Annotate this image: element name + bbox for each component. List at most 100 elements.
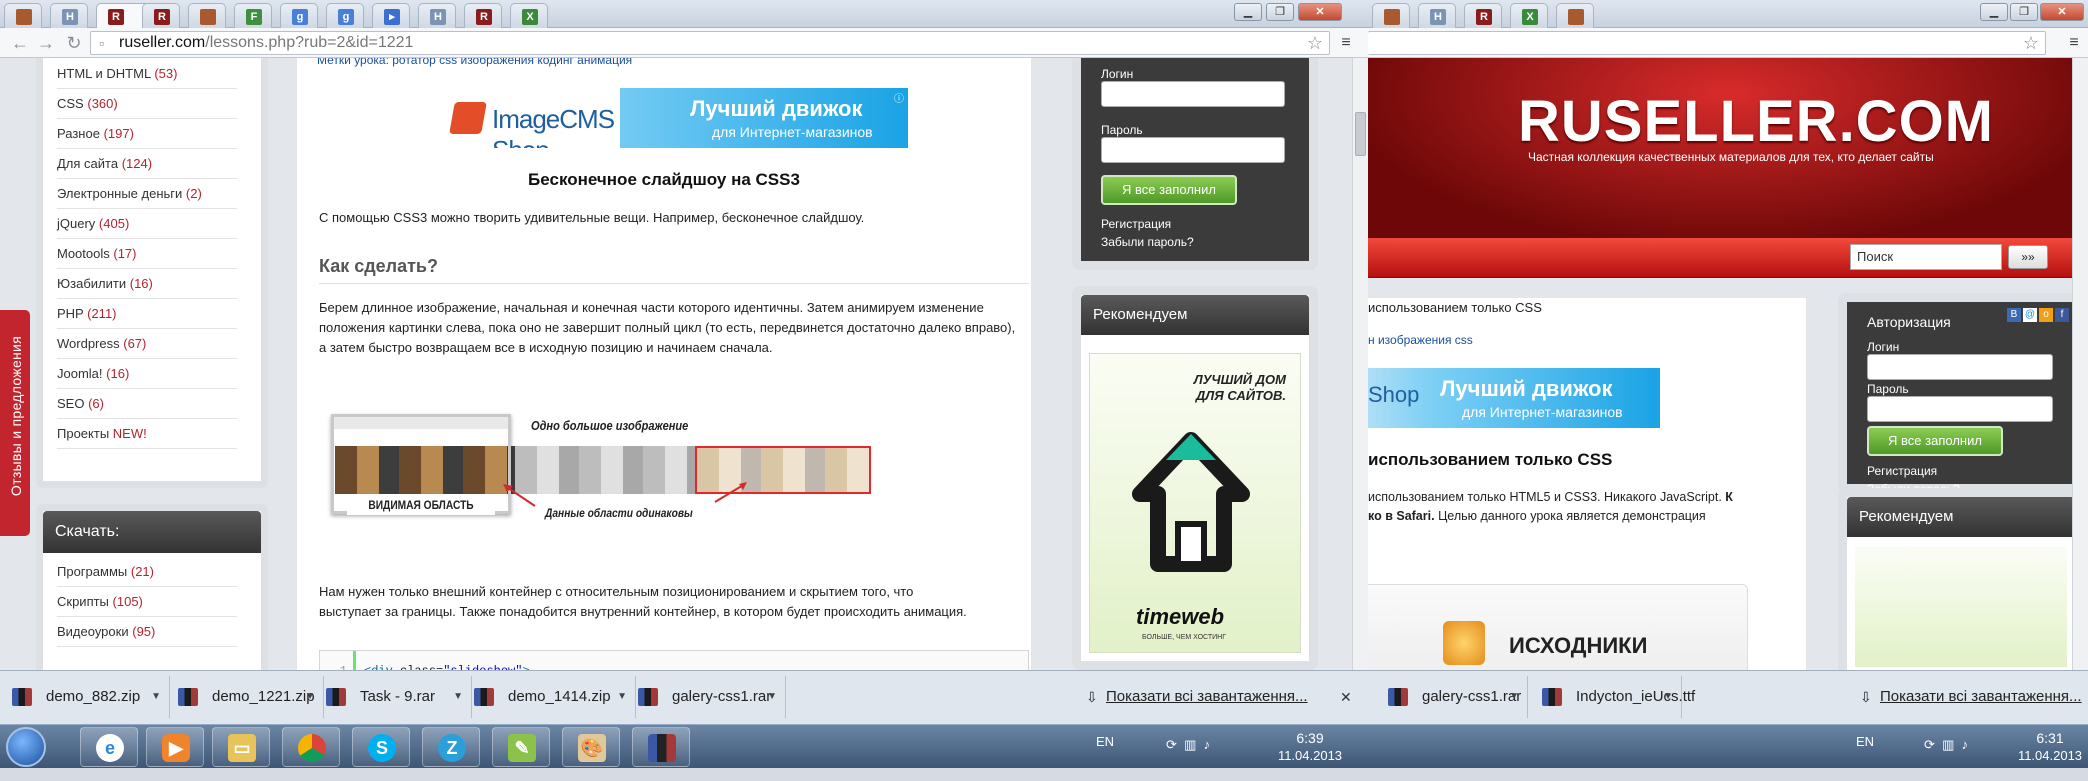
category-item[interactable]: Joomla! (16) xyxy=(57,359,237,389)
close-downloads-icon[interactable]: ✕ xyxy=(1340,689,1352,706)
auth-register-link[interactable]: Регистрация xyxy=(1867,464,1937,478)
category-item[interactable]: Программы (21) xyxy=(57,557,237,587)
sync-icon-right[interactable]: ⟳ xyxy=(1924,737,1935,752)
search-input[interactable]: Поиск xyxy=(1850,244,2002,270)
right-scrollbar[interactable] xyxy=(2072,58,2088,670)
forward-icon[interactable]: → xyxy=(36,33,56,53)
browser-tab-right[interactable]: R xyxy=(1464,3,1502,28)
download-item[interactable]: demo_1414.zip ▼ xyxy=(462,676,636,718)
browser-tab-right[interactable] xyxy=(1556,3,1594,28)
browser-tab[interactable]: g xyxy=(326,3,364,28)
download-item[interactable]: Task - 9.rar ▼ xyxy=(314,676,472,718)
browser-tab-right[interactable]: H xyxy=(1418,3,1456,28)
ok-icon[interactable]: o xyxy=(2039,308,2053,322)
category-item[interactable]: Проекты NEW! xyxy=(57,419,237,449)
browser-tab[interactable]: X xyxy=(510,3,548,28)
volume-icon[interactable]: ♪ xyxy=(1204,737,1211,752)
ad-info-icon[interactable]: ⓘ xyxy=(894,90,904,105)
feedback-tab[interactable]: Отзывы и предложения xyxy=(0,310,30,536)
category-item[interactable]: Mootools (17) xyxy=(57,239,237,269)
category-item[interactable]: PHP (211) xyxy=(57,299,237,329)
network-icon[interactable]: ▥ xyxy=(1184,737,1196,752)
close-window-button[interactable]: ✕ xyxy=(1298,3,1342,21)
browser-tab[interactable]: R xyxy=(464,3,502,28)
taskbar-explorer[interactable]: ▭ xyxy=(212,727,270,767)
mail-icon[interactable]: @ xyxy=(2023,308,2037,322)
category-item[interactable]: HTML и DHTML (53) xyxy=(57,59,237,89)
chevron-down-icon[interactable]: ▼ xyxy=(1509,676,1519,718)
browser-tab[interactable]: g xyxy=(280,3,318,28)
category-item[interactable]: SEO (6) xyxy=(57,389,237,419)
right-tags[interactable]: н изображения css xyxy=(1368,330,1473,350)
show-all-downloads-link-right[interactable]: ⇩ Показати всі завантаження... xyxy=(1860,676,2082,718)
close-window-button-right[interactable]: ✕ xyxy=(2040,3,2084,21)
vk-icon[interactable]: B xyxy=(2007,308,2021,322)
maximize-button[interactable]: ❐ xyxy=(1266,3,1294,21)
download-item[interactable]: demo_1221.zip ▼ xyxy=(166,676,324,718)
category-item[interactable]: Разное (197) xyxy=(57,119,237,149)
taskbar-notepad[interactable]: ✎ xyxy=(492,727,550,767)
volume-icon-right[interactable]: ♪ xyxy=(1962,737,1969,752)
download-item-right[interactable]: galery-css1.rar ▼ xyxy=(1376,676,1528,718)
taskbar-media[interactable]: ▶ xyxy=(146,727,204,767)
password-input[interactable] xyxy=(1101,137,1285,163)
chevron-down-icon[interactable]: ▼ xyxy=(767,676,777,718)
category-item[interactable]: Wordpress (67) xyxy=(57,329,237,359)
taskbar-chrome[interactable] xyxy=(282,727,340,767)
taskbar-ie[interactable]: e xyxy=(80,727,138,767)
forgot-link[interactable]: Забыли пароль? xyxy=(1101,235,1194,249)
login-input[interactable] xyxy=(1101,81,1285,107)
browser-tab-right[interactable] xyxy=(1372,3,1410,28)
bookmark-star-icon[interactable]: ☆ xyxy=(1307,32,1323,54)
browser-tab[interactable]: H xyxy=(50,3,88,28)
start-button[interactable] xyxy=(6,727,46,767)
reload-icon[interactable]: ↻ xyxy=(64,33,84,53)
browser-tab-right[interactable]: X xyxy=(1510,3,1548,28)
sync-icon[interactable]: ⟳ xyxy=(1166,737,1177,752)
back-icon[interactable]: ← xyxy=(10,33,30,53)
auth-login-input[interactable] xyxy=(1867,354,2053,380)
tags-line[interactable]: Метки урока: ротатор css изображения код… xyxy=(317,58,632,70)
category-item[interactable]: Для сайта (124) xyxy=(57,149,237,179)
chevron-down-icon[interactable]: ▼ xyxy=(1663,676,1673,718)
auth-password-input[interactable] xyxy=(1867,396,2053,422)
auth-submit-button[interactable]: Я все заполнил xyxy=(1867,426,2003,456)
category-item[interactable]: Юзабилити (16) xyxy=(57,269,237,299)
clock-left[interactable]: 6:39 11.04.2013 xyxy=(1270,729,1350,765)
network-icon-right[interactable]: ▥ xyxy=(1942,737,1954,752)
browser-tab[interactable]: H xyxy=(418,3,456,28)
minimize-button-right[interactable]: ▁ xyxy=(1980,3,2008,21)
browser-tab[interactable]: F xyxy=(234,3,272,28)
lang-indicator-right[interactable]: EN xyxy=(1856,733,1874,777)
timeweb-ad[interactable]: ЛУЧШИЙ ДОМ ДЛЯ САЙТОВ. timeweb БОЛЬШЕ, Ч… xyxy=(1089,353,1301,653)
menu-icon[interactable]: ≡ xyxy=(1336,33,1356,53)
right-timeweb-ad[interactable] xyxy=(1855,547,2067,667)
page-scrollbar[interactable] xyxy=(1352,58,1368,670)
show-all-downloads-link[interactable]: ⇩ Показати всі завантаження... xyxy=(1086,676,1308,718)
menu-icon-right[interactable]: ≡ xyxy=(2064,33,2084,53)
maximize-button-right[interactable]: ❐ xyxy=(2010,3,2038,21)
taskbar-paint[interactable]: 🎨 xyxy=(562,727,620,767)
ad-banner[interactable]: ImageCMS Shop Лучший движок для Интернет… xyxy=(440,88,908,148)
download-item[interactable]: galery-css1.rar ▼ xyxy=(626,676,786,718)
lang-indicator[interactable]: EN xyxy=(1096,733,1114,777)
taskbar-z[interactable]: Z xyxy=(422,727,480,767)
bookmark-star-icon-right[interactable]: ☆ xyxy=(2023,32,2039,54)
address-bar[interactable]: ▫ ruseller.com/lessons.php?rub=2&id=1221… xyxy=(90,31,1330,55)
submit-button[interactable]: Я все заполнил xyxy=(1101,175,1237,205)
browser-tab[interactable]: ▸ xyxy=(372,3,410,28)
search-button[interactable]: »» xyxy=(2008,245,2048,269)
download-item[interactable]: demo_882.zip ▼ xyxy=(0,676,170,718)
browser-tab[interactable]: R xyxy=(142,3,180,28)
taskbar-skype[interactable]: S xyxy=(352,727,410,767)
download-item-right[interactable]: Indycton_ieUcs.ttf ▼ xyxy=(1530,676,1695,718)
browser-tab[interactable] xyxy=(188,3,226,28)
category-item[interactable]: Электронные деньги (2) xyxy=(57,179,237,209)
minimize-button[interactable]: ▁ xyxy=(1234,3,1262,21)
right-ad-banner[interactable]: Лучший движок для Интернет-магазинов Sho… xyxy=(1368,368,1660,428)
chevron-down-icon[interactable]: ▼ xyxy=(151,676,161,718)
scroll-thumb[interactable] xyxy=(1355,112,1366,156)
taskbar-winrar[interactable] xyxy=(632,727,690,767)
category-item[interactable]: Видеоуроки (95) xyxy=(57,617,237,647)
clock-right[interactable]: 6:31 11.04.2013 xyxy=(2010,729,2088,765)
